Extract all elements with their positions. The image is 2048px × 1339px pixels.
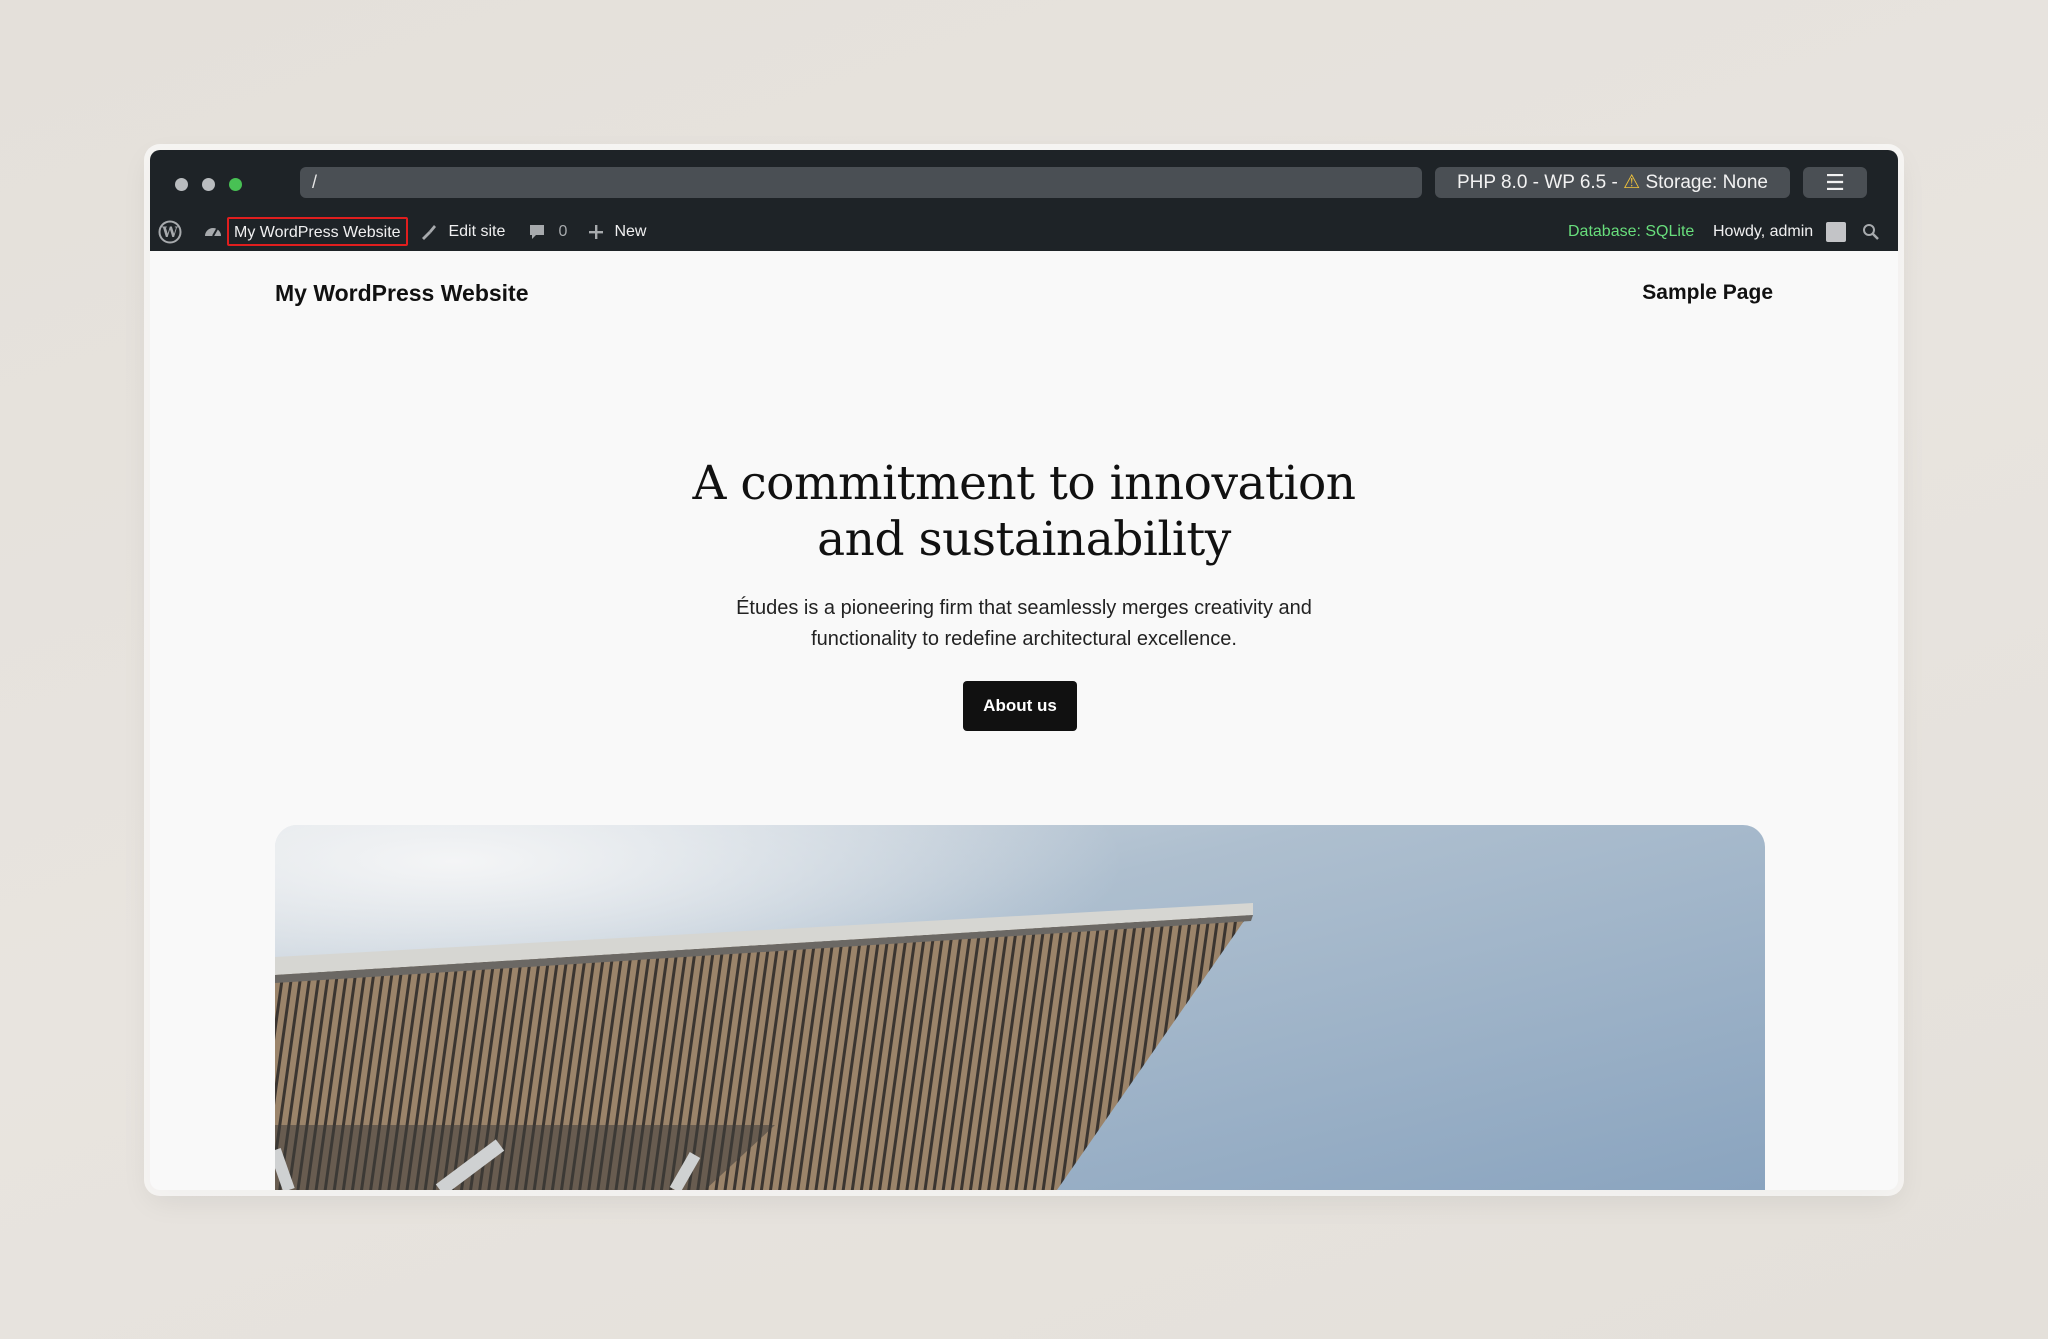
warning-icon: ⚠: [1623, 172, 1641, 193]
nav-sample-page[interactable]: Sample Page: [1642, 281, 1773, 305]
address-bar[interactable]: /: [300, 167, 1422, 198]
svg-text:W: W: [161, 225, 178, 241]
hero-heading: A commitment to innovation and sustainab…: [150, 456, 1898, 568]
comment-count: 0: [558, 223, 568, 240]
edit-site-label: Edit site: [448, 223, 506, 240]
edit-site-link[interactable]: Edit site: [418, 212, 505, 251]
hero-description-line-1: Études is a pioneering firm that seamles…: [736, 597, 1312, 619]
about-us-button[interactable]: About us: [963, 681, 1077, 731]
menu-button[interactable]: ☰: [1803, 167, 1867, 198]
environment-info[interactable]: PHP 8.0 - WP 6.5 - ⚠ Storage: None: [1435, 167, 1790, 198]
address-text: /: [312, 172, 318, 192]
account-menu[interactable]: Howdy, admin: [1713, 212, 1846, 251]
hero-description: Études is a pioneering firm that seamles…: [150, 593, 1898, 655]
new-label: New: [614, 223, 647, 240]
browser-window: / PHP 8.0 - WP 6.5 - ⚠ Storage: None ☰ W: [150, 150, 1898, 1190]
wp-admin-bar: W My WordPress Website Edit site 0 New D…: [150, 212, 1898, 251]
comments-link[interactable]: 0: [528, 212, 567, 251]
hero-description-line-2: functionality to redefine architectural …: [811, 628, 1237, 650]
hero-heading-line-1: A commitment to innovation: [692, 456, 1356, 511]
storage-status: Storage: None: [1645, 172, 1768, 193]
wordpress-logo-icon[interactable]: W: [158, 212, 182, 251]
browser-chrome: / PHP 8.0 - WP 6.5 - ⚠ Storage: None ☰ W: [150, 150, 1898, 251]
window-maximize-dot[interactable]: [229, 178, 242, 191]
hero-building-image: [275, 825, 1765, 1190]
search-icon[interactable]: [1862, 212, 1880, 251]
plus-icon: [589, 224, 603, 239]
site-title[interactable]: My WordPress Website: [275, 280, 529, 307]
hamburger-icon: ☰: [1825, 170, 1845, 195]
environment-versions: PHP 8.0 - WP 6.5 -: [1456, 172, 1618, 193]
dashboard-icon[interactable]: [203, 212, 223, 251]
howdy-label: Howdy, admin: [1713, 223, 1814, 240]
window-close-dot[interactable]: [175, 178, 188, 191]
brush-icon: [422, 224, 436, 240]
new-content-link[interactable]: New: [588, 212, 646, 251]
site-name-link[interactable]: My WordPress Website: [227, 217, 408, 246]
avatar: [1825, 221, 1846, 242]
window-minimize-dot[interactable]: [202, 178, 215, 191]
database-status: Database: SQLite: [1568, 223, 1695, 240]
hero-heading-line-2: and sustainability: [817, 512, 1231, 567]
comment-icon: [530, 224, 544, 239]
